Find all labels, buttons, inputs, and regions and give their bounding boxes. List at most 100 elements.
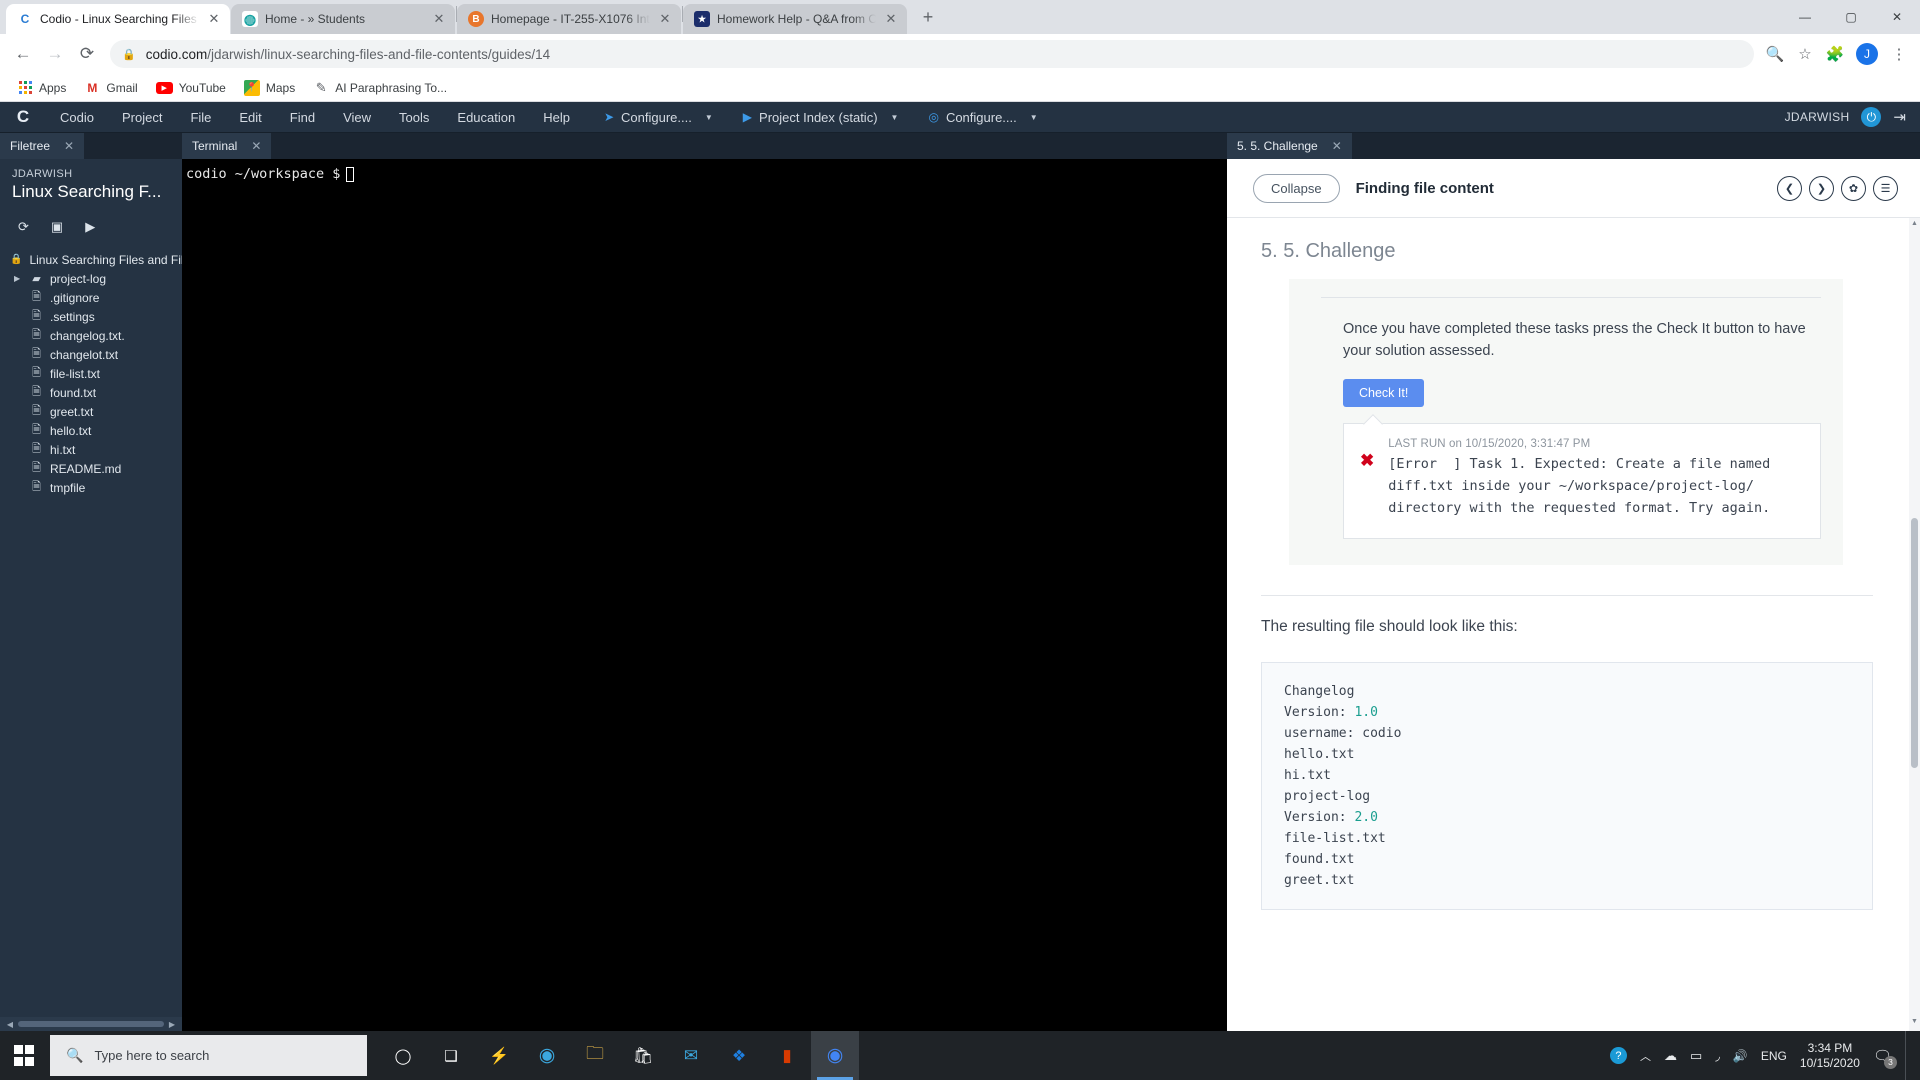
profile-avatar[interactable]: J	[1856, 43, 1878, 65]
browser-tab-3[interactable]: ★ Homework Help - Q&A from Onl ✕	[683, 4, 907, 34]
toolbar-configure-button-1[interactable]: ➤ Configure.... ▼	[594, 102, 723, 133]
filetree-horizontal-scrollbar[interactable]: ◀ ▶	[0, 1017, 182, 1031]
toolbar-configure-button-2[interactable]: ◎ Configure.... ▼	[918, 102, 1047, 133]
filetree-item-hi[interactable]: 🗎 hi.txt	[0, 440, 182, 459]
bookmark-youtube[interactable]: ▶ YouTube	[149, 78, 233, 98]
new-tab-button[interactable]: +	[914, 4, 942, 32]
browser-tab-1[interactable]: ◍ Home - » Students ✕	[231, 4, 455, 34]
forward-icon[interactable]: →	[40, 39, 70, 69]
volume-icon[interactable]: 🔊	[1733, 1049, 1748, 1063]
browser-tab-close-icon[interactable]: ✕	[883, 11, 899, 27]
menu-view[interactable]: View	[329, 102, 385, 133]
browser-tab-close-icon[interactable]: ✕	[206, 11, 222, 27]
terminal-output[interactable]: codio ~/workspace $	[182, 159, 1227, 1031]
reload-icon[interactable]: ⟳	[72, 39, 102, 69]
close-icon[interactable]: ✕	[64, 139, 74, 153]
prev-page-icon[interactable]: ❮	[1777, 175, 1802, 201]
close-window-button[interactable]: ✕	[1874, 0, 1920, 34]
scroll-left-icon[interactable]: ◀	[4, 1020, 16, 1029]
chevron-down-icon[interactable]: ▼	[705, 113, 713, 122]
filetree-item-settings[interactable]: 🗎 .settings	[0, 307, 182, 326]
menu-project[interactable]: Project	[108, 102, 176, 133]
filetree-item-readme[interactable]: 🗎 README.md	[0, 459, 182, 478]
chevron-right-icon[interactable]: ▶	[14, 274, 23, 283]
menu-tools[interactable]: Tools	[385, 102, 443, 133]
filetree-item-greet[interactable]: 🗎 greet.txt	[0, 402, 182, 421]
menu-education[interactable]: Education	[443, 102, 529, 133]
scroll-down-icon[interactable]: ▼	[1909, 1018, 1920, 1029]
zoom-search-icon[interactable]: 🔍	[1762, 41, 1788, 67]
scrollbar-thumb[interactable]	[18, 1021, 164, 1027]
browser-tab-close-icon[interactable]: ✕	[657, 11, 673, 27]
bookmark-ai-paraphrasing[interactable]: ✎ AI Paraphrasing To...	[306, 77, 454, 99]
pdf-lightning-icon[interactable]: ⚡	[475, 1031, 523, 1080]
refresh-icon[interactable]: ⟳	[18, 219, 29, 235]
bookmark-apps[interactable]: Apps	[10, 77, 73, 99]
menu-file[interactable]: File	[176, 102, 225, 133]
show-desktop-button[interactable]	[1905, 1031, 1912, 1080]
collapse-button[interactable]: Collapse	[1253, 173, 1340, 203]
filetree-root[interactable]: 🔒 Linux Searching Files and File C	[0, 250, 182, 269]
tab-filetree[interactable]: Filetree ✕	[0, 133, 85, 159]
file-explorer-icon[interactable]: 🗀	[571, 1031, 619, 1080]
filetree-item-file-list[interactable]: 🗎 file-list.txt	[0, 364, 182, 383]
check-it-button[interactable]: Check It!	[1343, 378, 1425, 407]
browser-tab-0[interactable]: C Codio - Linux Searching Files and ✕	[6, 4, 230, 34]
show-hidden-icons-icon[interactable]: ︿	[1640, 1048, 1651, 1064]
close-icon[interactable]: ✕	[1332, 139, 1342, 153]
tab-challenge[interactable]: 5. 5. Challenge ✕	[1227, 133, 1352, 159]
back-icon[interactable]: ←	[8, 39, 38, 69]
taskbar-search-input[interactable]: 🔍 Type here to search	[50, 1035, 367, 1076]
browser-tab-close-icon[interactable]: ✕	[431, 11, 447, 27]
taskbar-clock[interactable]: 3:34 PM 10/15/2020	[1800, 1041, 1860, 1071]
cortana-icon[interactable]: ◯	[379, 1031, 427, 1080]
filetree-item-project-log[interactable]: ▶ ▰ project-log	[0, 269, 182, 288]
onedrive-icon[interactable]: ☁	[1664, 1048, 1677, 1064]
next-page-icon[interactable]: ❯	[1809, 175, 1834, 201]
tab-terminal[interactable]: Terminal ✕	[182, 133, 272, 159]
edge-icon[interactable]: ◉	[523, 1031, 571, 1080]
chevron-down-icon[interactable]: ▼	[1030, 113, 1038, 122]
chrome-icon[interactable]: ◉	[811, 1031, 859, 1080]
action-center-icon[interactable]: 🗨 3	[1873, 1047, 1897, 1069]
filetree-item-changelot[interactable]: 🗎 changelot.txt	[0, 345, 182, 364]
mail-icon[interactable]: ✉	[667, 1031, 715, 1080]
scroll-right-icon[interactable]: ▶	[166, 1020, 178, 1029]
table-of-contents-icon[interactable]: ☰	[1873, 175, 1898, 201]
filetree-item-gitignore[interactable]: 🗎 .gitignore	[0, 288, 182, 307]
scrollbar-thumb[interactable]	[1911, 518, 1918, 768]
maximize-button[interactable]: ▢	[1828, 0, 1874, 34]
guide-vertical-scrollbar[interactable]: ▲ ▼	[1909, 217, 1920, 1031]
run-icon[interactable]: ▶	[85, 219, 95, 235]
power-icon[interactable]: ⏻	[1861, 107, 1882, 127]
menu-help[interactable]: Help	[529, 102, 584, 133]
browser-tab-2[interactable]: B Homepage - IT-255-X1076 Intro ✕	[457, 4, 681, 34]
filetree-item-found[interactable]: 🗎 found.txt	[0, 383, 182, 402]
battery-icon[interactable]: ▭	[1690, 1048, 1702, 1064]
close-icon[interactable]: ✕	[251, 139, 261, 153]
dropbox-icon[interactable]: ❖	[715, 1031, 763, 1080]
task-view-icon[interactable]: ❑	[427, 1031, 475, 1080]
logout-icon[interactable]: ⇥	[1893, 108, 1906, 126]
scroll-up-icon[interactable]: ▲	[1909, 220, 1920, 231]
minimize-button[interactable]: —	[1782, 0, 1828, 34]
bookmark-maps[interactable]: 📍 Maps	[237, 77, 302, 99]
codio-logo-icon[interactable]: C	[0, 107, 46, 127]
filetree-item-hello[interactable]: 🗎 hello.txt	[0, 421, 182, 440]
language-indicator[interactable]: ENG	[1761, 1049, 1787, 1063]
chrome-menu-icon[interactable]: ⋮	[1886, 41, 1912, 67]
menu-codio[interactable]: Codio	[46, 102, 108, 133]
bookmark-gmail[interactable]: M Gmail	[77, 77, 144, 99]
office-icon[interactable]: ▮	[763, 1031, 811, 1080]
wifi-icon[interactable]: ◞	[1715, 1049, 1720, 1063]
help-support-icon[interactable]: ?	[1609, 1047, 1627, 1064]
terminal-icon[interactable]: ▣	[51, 219, 63, 235]
settings-gear-icon[interactable]: ✿	[1841, 175, 1866, 201]
filetree-item-tmpfile[interactable]: 🗎 tmpfile	[0, 478, 182, 497]
microsoft-store-icon[interactable]: 🛍	[619, 1031, 667, 1080]
windows-start-icon[interactable]	[0, 1031, 48, 1080]
extensions-icon[interactable]: 🧩	[1822, 41, 1848, 67]
chevron-down-icon[interactable]: ▼	[891, 113, 899, 122]
menu-find[interactable]: Find	[276, 102, 329, 133]
menu-edit[interactable]: Edit	[225, 102, 275, 133]
